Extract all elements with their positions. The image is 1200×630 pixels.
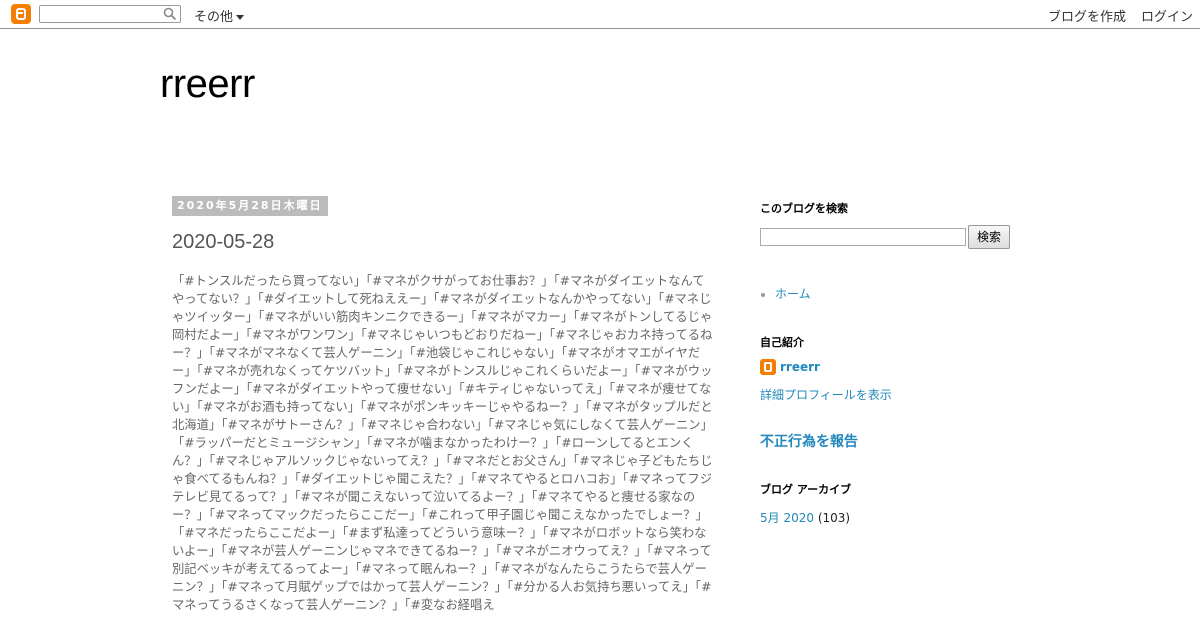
post-date-header: 2020年5月28日木曜日 [172,196,328,216]
pages-list-item: ホーム [775,285,811,302]
view-full-profile-link[interactable]: 詳細プロフィールを表示 [760,386,892,403]
create-blog-link[interactable]: ブログを作成 [1048,6,1126,25]
search-icon[interactable] [163,7,177,21]
home-link[interactable]: ホーム [775,287,811,301]
more-menu-label: その他 [194,10,234,25]
sidebar-search-button[interactable]: 検索 [968,225,1010,249]
more-menu[interactable]: その他 [194,6,245,25]
profile-name-link[interactable]: rreerr [780,360,820,374]
navbar-search-input[interactable] [39,5,181,23]
blogger-icon[interactable] [11,4,31,24]
post-body: 「#トンスルだったら買ってない」「#マネがクサがってお仕事お？」「#マネがダイエ… [172,274,713,612]
post-title: 2020-05-28 [172,231,275,253]
blog-title[interactable]: rreerr [160,62,255,107]
archive-post-count: (103) [817,511,851,525]
archive-item: 5月 2020 (103) [760,509,850,526]
sidebar-search-input[interactable] [760,228,966,246]
profile-widget-heading: 自己紹介 [760,336,804,349]
caret-down-icon [236,15,245,20]
archive-month-link[interactable]: 5月 2020 [760,511,814,525]
pages-list: ホーム [760,285,811,302]
archive-widget-heading: ブログ アーカイブ [760,483,852,496]
blogger-profile-icon [760,359,776,375]
login-link[interactable]: ログイン [1141,6,1193,25]
search-widget-heading: このブログを検索 [760,202,848,215]
navbar: その他 ブログを作成 ログイン [0,0,1200,29]
report-abuse-link[interactable]: 不正行為を報告 [760,431,858,451]
